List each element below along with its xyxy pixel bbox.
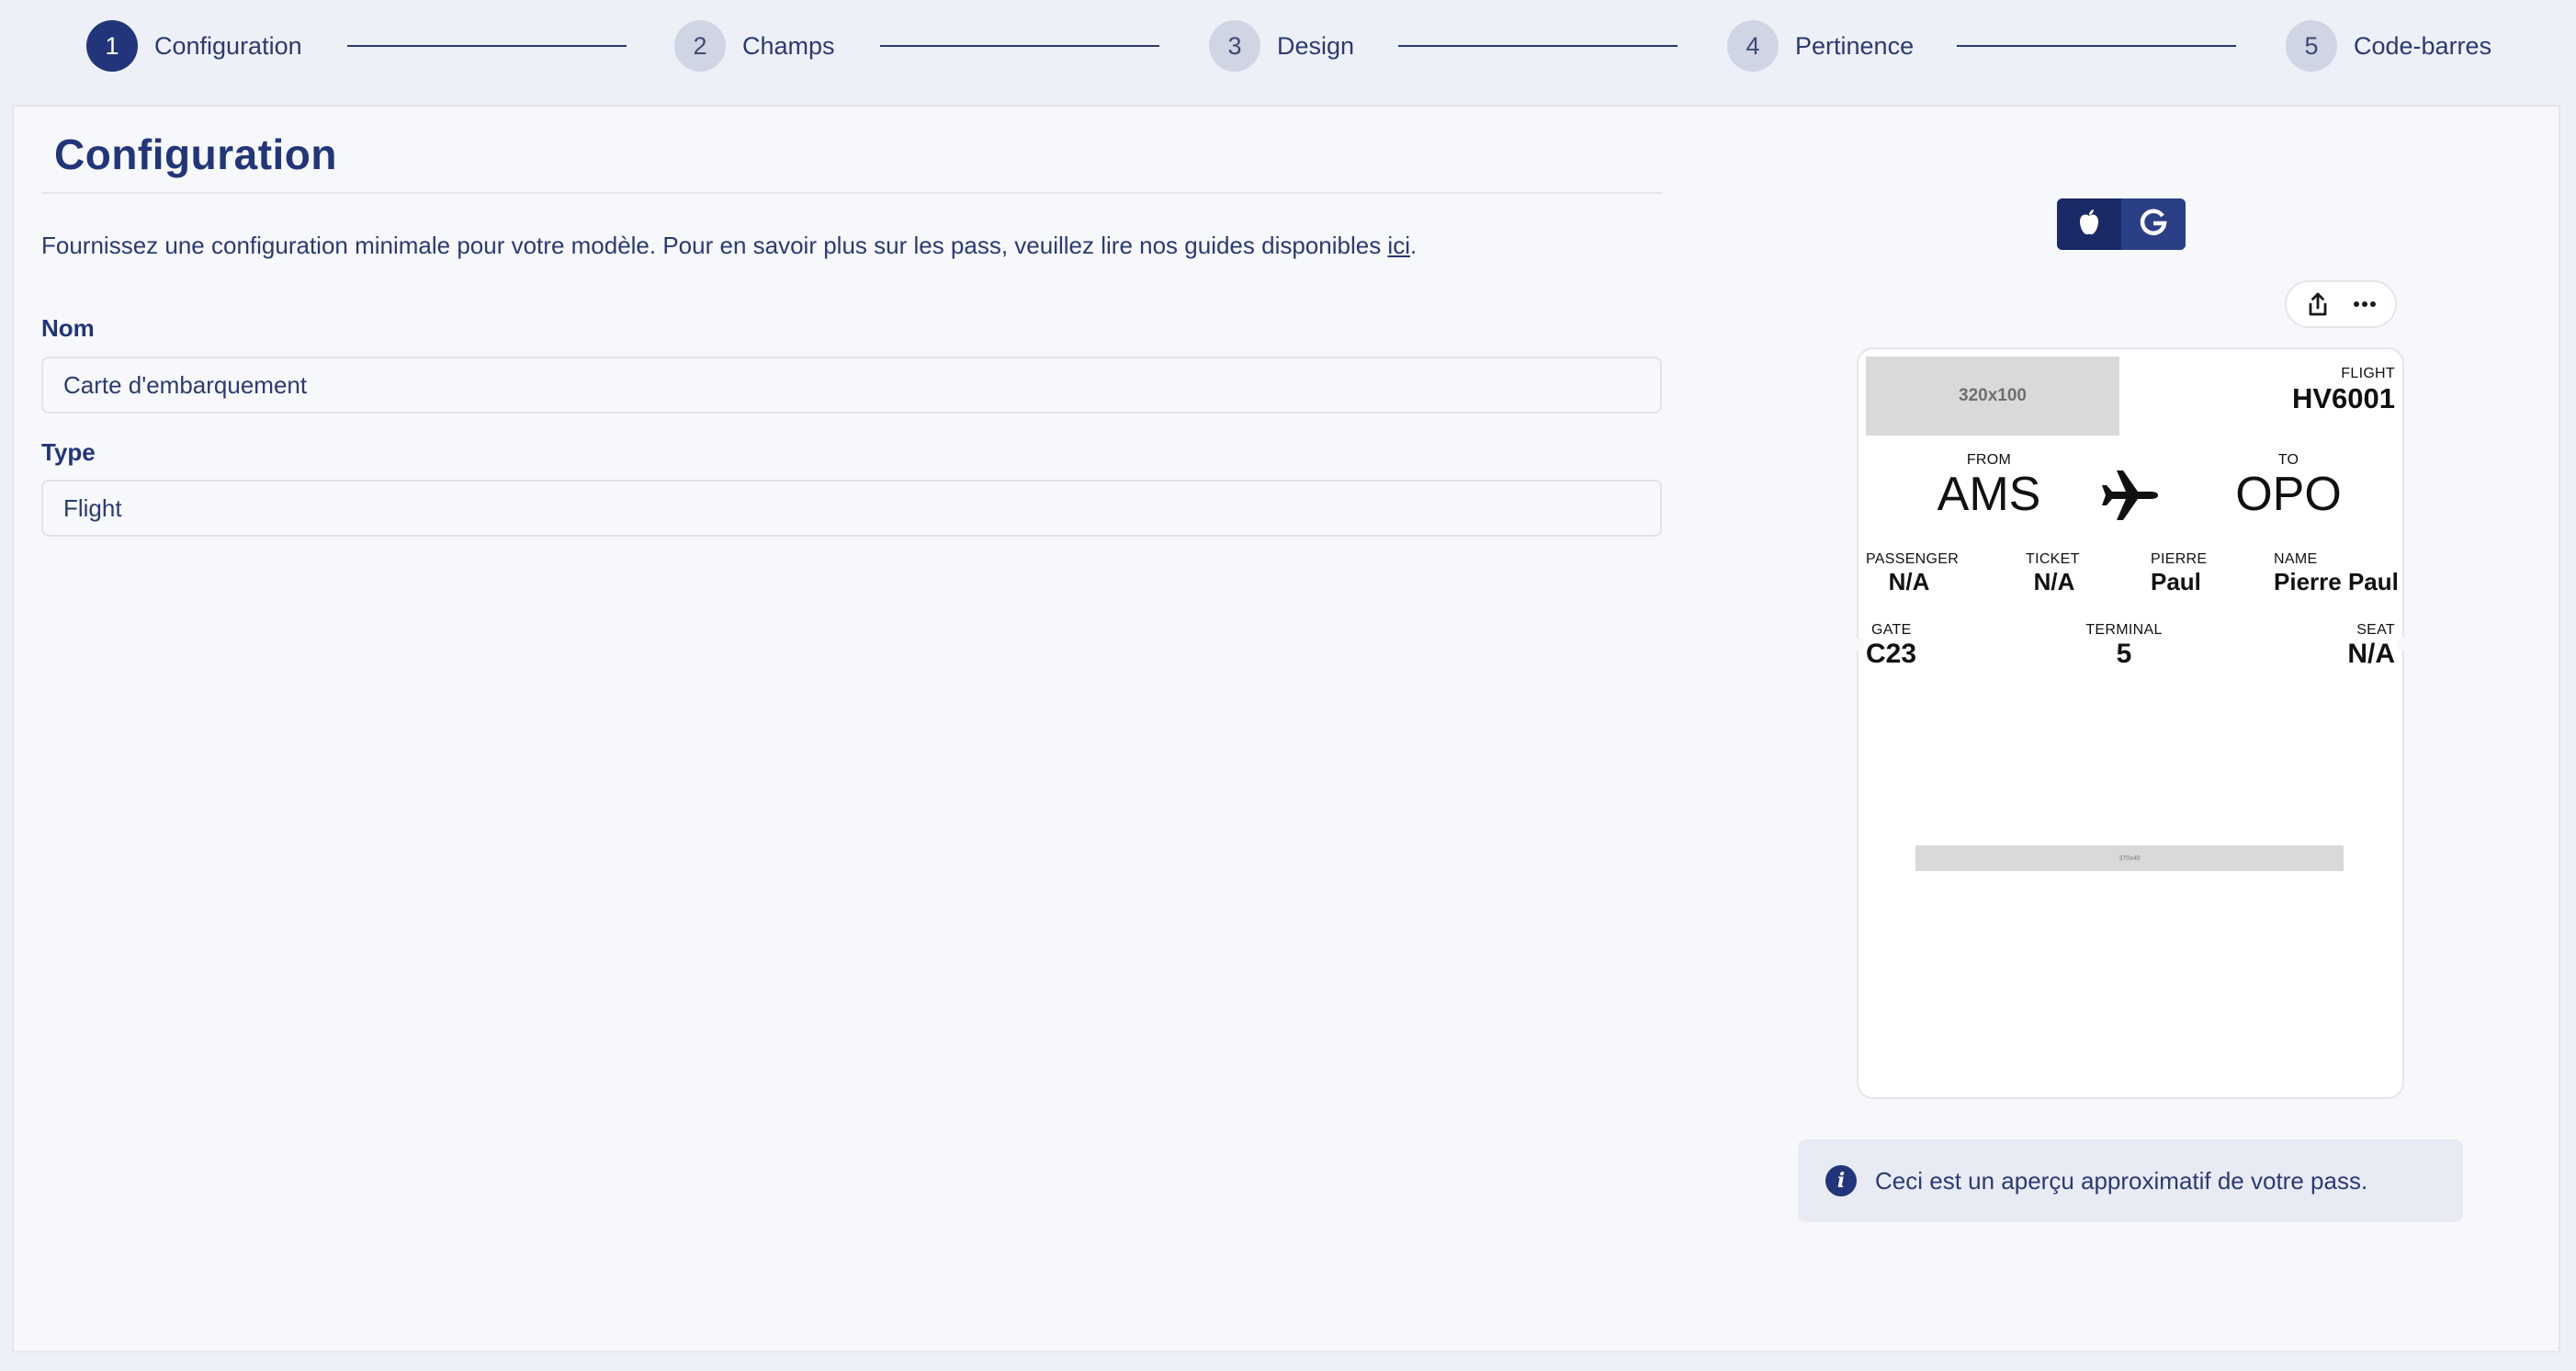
step-number: 2: [674, 20, 726, 72]
plane-icon: [2097, 463, 2162, 532]
from-value: AMS: [1937, 468, 2041, 521]
step-connector: [880, 45, 1159, 47]
step-label: Pertinence: [1795, 31, 1915, 60]
step-connector: [347, 45, 627, 47]
pass-notch: [2397, 638, 2410, 651]
apple-icon: [2077, 209, 2101, 241]
page-description: Fournissez une configuration minimale po…: [41, 232, 1417, 260]
pass-actions: [2285, 280, 2397, 328]
logo-placeholder: 320x100: [1866, 357, 2119, 436]
step-number: 3: [1209, 20, 1260, 72]
name-input[interactable]: Carte d'embarquement: [41, 357, 1662, 414]
pass-notch: [1851, 638, 1864, 651]
ticket-value: N/A: [2033, 568, 2075, 595]
apple-platform-button[interactable]: [2057, 198, 2121, 250]
step-label: Configuration: [154, 31, 302, 60]
page-title: Configuration: [54, 130, 337, 178]
step-configuration[interactable]: 1 Configuration: [86, 19, 302, 73]
step-label: Design: [1277, 31, 1355, 60]
title-divider: [41, 192, 1662, 194]
stepper: 1 Configuration 2 Champs 3 Design 4 Pert…: [0, 0, 2576, 92]
more-icon[interactable]: [2348, 288, 2381, 321]
pierre-value: Paul: [2151, 568, 2201, 595]
seat-label: SEAT: [2356, 622, 2395, 638]
seat-value: N/A: [2347, 639, 2395, 669]
type-field-label: Type: [41, 438, 96, 466]
step-pertinence[interactable]: 4 Pertinence: [1727, 19, 1914, 73]
barcode-placeholder: 370x40: [1915, 845, 2344, 871]
flight-value: HV6001: [2291, 382, 2395, 414]
step-number: 5: [2286, 20, 2337, 72]
guides-link[interactable]: ici: [1387, 232, 1410, 259]
step-code-barres[interactable]: 5 Code-barres: [2286, 19, 2491, 73]
to-value: OPO: [2235, 468, 2342, 521]
terminal-value: 5: [2116, 639, 2132, 669]
flight-label: FLIGHT: [2341, 366, 2395, 381]
info-icon: i: [1825, 1165, 1857, 1196]
description-suffix: .: [1409, 232, 1418, 259]
step-label: Champs: [742, 31, 835, 60]
step-connector: [1957, 45, 2236, 47]
name-field-label: Nom: [41, 314, 95, 342]
step-number: 4: [1727, 20, 1779, 72]
name-label: NAME: [2274, 551, 2318, 567]
google-platform-button[interactable]: [2121, 198, 2186, 250]
step-champs[interactable]: 2 Champs: [674, 19, 835, 73]
step-connector: [1398, 45, 1678, 47]
share-icon[interactable]: [2301, 288, 2334, 321]
gate-label: GATE: [1871, 622, 1912, 638]
ticket-label: TICKET: [2026, 551, 2080, 567]
gate-value: C23: [1866, 639, 1917, 669]
bottom-bar: [0, 1353, 2576, 1371]
passenger-value: N/A: [1888, 568, 1930, 595]
info-text: Ceci est un aperçu approximatif de votre…: [1875, 1166, 2368, 1195]
pass-preview: 320x100 FLIGHT HV6001 FROM AMS TO OPO PA…: [1851, 347, 2410, 1099]
step-label: Code-barres: [2354, 31, 2492, 60]
step-number: 1: [86, 20, 138, 72]
platform-toggle: [2057, 198, 2186, 250]
step-design[interactable]: 3 Design: [1209, 19, 1354, 73]
pierre-label: PIERRE: [2151, 551, 2208, 567]
description-text: Fournissez une configuration minimale po…: [41, 232, 1388, 259]
name-value: Pierre Paul: [2274, 568, 2399, 595]
terminal-label: TERMINAL: [2085, 622, 2163, 638]
preview-info-banner: i Ceci est un aperçu approximatif de vot…: [1798, 1139, 2463, 1222]
google-icon: [2139, 208, 2168, 242]
main-panel: Configuration Fournissez une configurati…: [12, 105, 2560, 1353]
passenger-label: PASSENGER: [1866, 551, 1960, 567]
type-input[interactable]: Flight: [41, 480, 1662, 537]
